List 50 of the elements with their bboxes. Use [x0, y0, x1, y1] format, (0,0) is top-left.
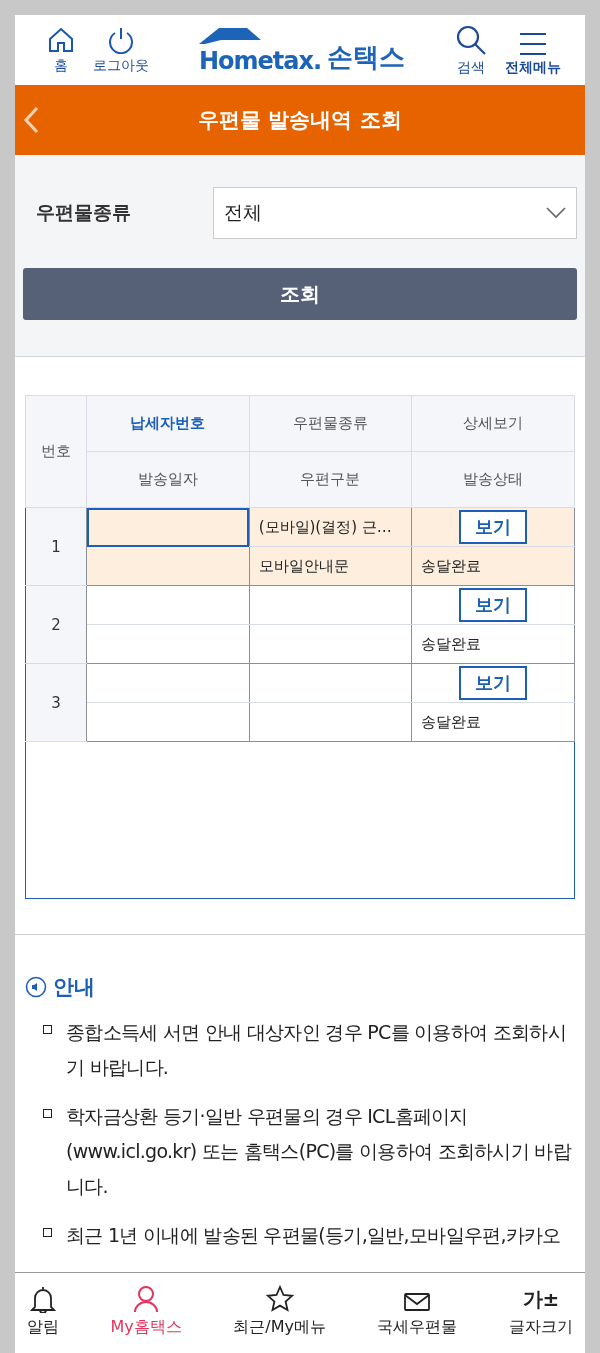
page-title: 우편물 발송내역 조회	[198, 107, 402, 134]
header-button[interactable]: 홈	[43, 25, 79, 75]
column-header: 우편물종류	[249, 395, 412, 452]
nav-tab[interactable]: 국세우편물	[373, 1273, 462, 1340]
column-header: 발송상태	[411, 451, 575, 508]
search-button[interactable]: 조회	[23, 268, 577, 320]
header-button[interactable]: 로그아웃	[89, 25, 153, 75]
notice-text: 학자금상환 등기·일반 우편물의 경우 ICL홈페이지 (www.icl.go.kr) 또는 홈택스(PC)를 이용하여 조회하시기 바랍니다.	[66, 1104, 573, 1199]
mail-type-dropdown[interactable]: 전체	[213, 187, 577, 239]
header-button[interactable]: 검색	[451, 23, 491, 77]
table-cell: 송달완료	[411, 546, 575, 586]
notice-text: 종합소득세 서면 안내 대상자인 경우 PC를 이용하여 조회하시기 바랍니다.	[66, 1020, 567, 1080]
column-header: 번호	[25, 395, 87, 508]
table-cell: 송달완료	[411, 702, 575, 742]
notice-text: 최근 1년 이내에 발송된 우편물(등기,일반,모바일우편,카카오	[66, 1223, 561, 1248]
nav-tab[interactable]: My홈택스	[106, 1273, 186, 1340]
hometax-logo[interactable]: Hometax. 손택스	[198, 25, 406, 75]
table-cell: 모바일안내문	[249, 546, 412, 586]
view-button[interactable]: 보기	[459, 588, 528, 622]
header-button[interactable]: 전체메뉴	[501, 31, 565, 77]
menu-icon	[519, 31, 547, 56]
home-icon	[47, 25, 75, 54]
column-header: 납세자번호	[86, 395, 250, 452]
house-roof-icon	[198, 25, 263, 44]
table-cell: 송달완료	[411, 624, 575, 664]
view-button[interactable]: 보기	[459, 666, 528, 700]
notice-title: 안내	[53, 974, 95, 1001]
search-icon	[455, 23, 487, 56]
field-label: 우편물종류	[36, 200, 131, 225]
column-header: 우편구분	[249, 451, 412, 508]
table-cell: 3	[25, 663, 87, 742]
bell-icon	[30, 1285, 56, 1313]
speaker-icon	[25, 976, 47, 998]
nav-tab[interactable]: 가± 글자크기	[504, 1273, 577, 1340]
view-button[interactable]: 보기	[459, 510, 528, 544]
nav-tab[interactable]: 알림	[23, 1273, 63, 1340]
chevron-down-icon	[546, 207, 566, 219]
bullet-icon	[43, 1025, 52, 1034]
mail-icon	[403, 1291, 432, 1313]
bullet-icon	[43, 1228, 52, 1237]
bullet-icon	[43, 1109, 52, 1118]
table-cell: 2	[25, 585, 87, 664]
person-icon	[133, 1285, 160, 1313]
power-icon	[107, 25, 135, 54]
column-header: 상세보기	[411, 395, 575, 452]
column-header: 발송일자	[86, 451, 250, 508]
table-cell: (모바일)(결정) 근…	[249, 507, 412, 547]
table-cell: 1	[25, 507, 87, 586]
nav-tab[interactable]: 최근/My메뉴	[229, 1273, 330, 1340]
star-icon	[265, 1285, 294, 1313]
